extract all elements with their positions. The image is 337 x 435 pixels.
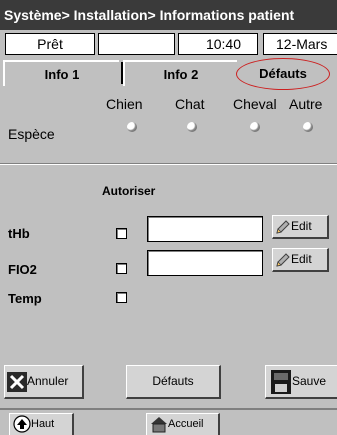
param-label-temp: Temp: [8, 291, 42, 306]
edit-button-label: Edit: [291, 219, 312, 233]
up-button-label: Haut: [31, 418, 55, 430]
home-button-label: Accueil: [168, 418, 204, 430]
tab-defaults[interactable]: Défauts: [236, 58, 330, 90]
species-option-dog-label: Chien: [106, 96, 143, 112]
species-radio-other[interactable]: [303, 122, 313, 132]
species-option-cat-label: Chat: [175, 96, 205, 112]
param-field-thb[interactable]: [147, 216, 263, 242]
up-button[interactable]: Haut: [9, 413, 74, 435]
allow-column-header: Autoriser: [102, 184, 156, 198]
pencil-icon: [276, 253, 290, 267]
home-icon: [151, 417, 167, 433]
arrow-up-icon: [13, 415, 31, 433]
status-time: 10:40: [178, 33, 258, 55]
edit-button-thb[interactable]: Edit: [272, 215, 329, 239]
status-empty-field: [98, 33, 175, 55]
save-button[interactable]: Sauve: [265, 365, 337, 399]
tab-info-1[interactable]: Info 1: [3, 60, 119, 86]
close-icon: [7, 371, 27, 392]
status-state: Prêt: [5, 33, 95, 55]
status-date: 12-Mars: [263, 33, 337, 55]
save-button-label: Sauve: [292, 374, 327, 388]
section-divider: [0, 163, 337, 165]
edit-button-label: Edit: [291, 252, 312, 266]
cancel-button[interactable]: Annuler: [4, 365, 84, 399]
tab-info-2[interactable]: Info 2: [123, 60, 237, 86]
species-option-other-label: Autre: [289, 96, 323, 112]
param-checkbox-temp[interactable]: [116, 292, 127, 303]
species-radio-cat[interactable]: [187, 122, 197, 132]
footer-divider: [0, 408, 337, 410]
species-radio-horse[interactable]: [250, 122, 260, 132]
param-checkbox-fio2[interactable]: [116, 263, 127, 274]
home-button[interactable]: Accueil: [146, 413, 220, 435]
species-row-label: Espèce: [8, 126, 55, 142]
species-option-horse-label: Cheval: [233, 96, 277, 112]
pencil-icon: [276, 220, 290, 234]
defaults-button[interactable]: Défauts: [126, 365, 221, 399]
save-icon: [271, 369, 291, 394]
cancel-button-label: Annuler: [27, 374, 69, 388]
param-label-fio2: FIO2: [8, 262, 37, 277]
param-label-thb: tHb: [8, 226, 30, 241]
window-title: Système> Installation> Informations pati…: [0, 0, 337, 30]
species-radio-dog[interactable]: [127, 122, 137, 132]
param-checkbox-thb[interactable]: [116, 228, 127, 239]
param-field-fio2[interactable]: [147, 250, 263, 276]
edit-button-fio2[interactable]: Edit: [272, 248, 329, 272]
